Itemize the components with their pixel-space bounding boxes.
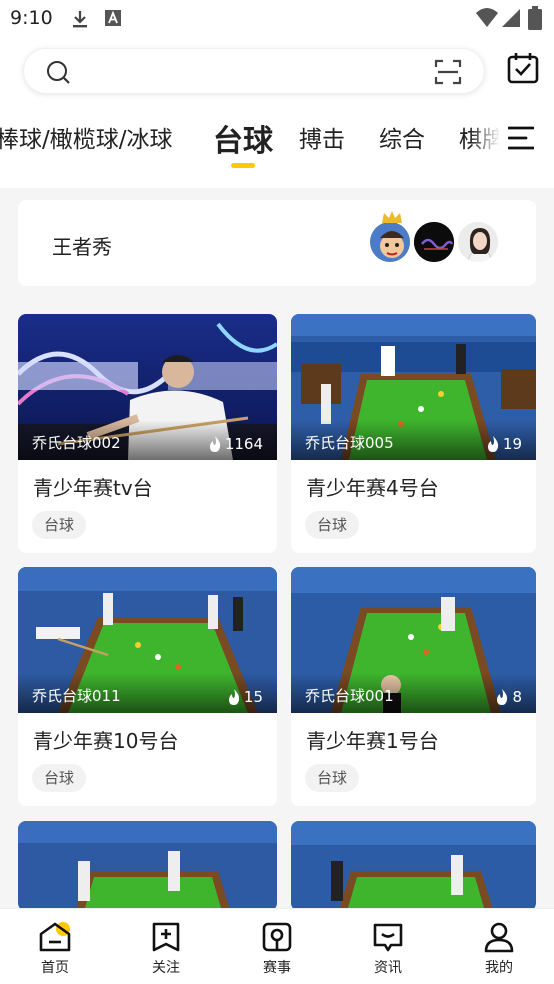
channel-name: 乔氏台球001 — [305, 687, 394, 705]
stream-card[interactable] — [18, 821, 277, 911]
stream-title: 青少年赛1号台 — [306, 729, 439, 753]
stream-thumbnail: 乔氏台球002 1164 — [18, 314, 277, 460]
wifi-icon — [476, 8, 498, 27]
stream-card[interactable]: 乔氏台球002 1164 青少年赛tv台 台球 — [18, 314, 277, 553]
category-tag[interactable]: 台球 — [305, 511, 360, 539]
status-time: 9:10 — [10, 7, 53, 29]
bookmark-plus-icon — [152, 922, 180, 952]
heat-value: 1164 — [224, 435, 263, 453]
battery-icon — [528, 6, 542, 30]
stream-thumbnail: 乔氏台球011 15 — [18, 567, 277, 713]
avatar[interactable] — [368, 220, 412, 264]
match-icon — [262, 922, 292, 952]
flame-icon — [209, 436, 220, 452]
heat-count: 8 — [496, 688, 522, 706]
stream-thumbnail — [18, 821, 277, 911]
header: 棒球/橄榄球/冰球 台球 搏击 综合 棋牌 — [0, 38, 554, 188]
stream-title: 青少年赛4号台 — [306, 476, 439, 500]
nav-home[interactable]: 首页 — [15, 921, 95, 977]
nav-matches[interactable]: 赛事 — [237, 921, 317, 977]
stream-thumbnail — [291, 821, 536, 911]
channel-name: 乔氏台球005 — [305, 434, 394, 452]
nav-label: 我的 — [485, 960, 513, 976]
heat-count: 1164 — [209, 435, 263, 453]
stream-title: 青少年赛tv台 — [33, 476, 153, 500]
heat-value: 15 — [243, 688, 263, 706]
download-icon — [73, 11, 87, 28]
stream-thumbnail: 乔氏台球001 8 — [291, 567, 536, 713]
stream-card[interactable]: 乔氏台球011 15 青少年赛10号台 台球 — [18, 567, 277, 806]
status-bar: 9:10 — [0, 0, 554, 38]
a-notification-icon — [105, 10, 121, 26]
search-input[interactable] — [82, 57, 432, 85]
nav-label: 赛事 — [263, 960, 291, 976]
tab-baseball-football-hockey[interactable]: 棒球/橄榄球/冰球 — [0, 120, 173, 154]
nav-profile[interactable]: 我的 — [459, 921, 539, 977]
heat-count: 19 — [487, 435, 522, 453]
scan-icon[interactable] — [434, 59, 462, 85]
signal-icon — [502, 9, 520, 27]
channel-name: 乔氏台球002 — [32, 434, 121, 452]
home-icon — [39, 922, 71, 952]
category-tag[interactable]: 台球 — [305, 764, 360, 792]
nav-label: 首页 — [41, 960, 69, 976]
search-bar[interactable] — [23, 48, 485, 94]
avatar[interactable] — [456, 220, 500, 264]
category-tag[interactable]: 台球 — [32, 764, 87, 792]
nav-label: 资讯 — [374, 960, 402, 976]
tab-combat[interactable]: 搏击 — [299, 120, 345, 154]
profile-icon — [484, 922, 514, 953]
tabs-fade — [470, 116, 500, 166]
nav-news[interactable]: 资讯 — [348, 921, 428, 977]
flame-icon — [497, 689, 508, 705]
channel-name: 乔氏台球011 — [32, 687, 121, 705]
nav-label: 关注 — [152, 960, 180, 976]
flame-icon — [228, 689, 240, 705]
heat-value: 19 — [502, 435, 522, 453]
flame-icon — [487, 436, 499, 452]
category-tabs: 棒球/橄榄球/冰球 台球 搏击 综合 棋牌 — [0, 116, 500, 172]
stream-card[interactable]: 乔氏台球001 8 青少年赛1号台 台球 — [291, 567, 536, 806]
calendar-check-icon[interactable] — [507, 52, 539, 84]
heat-value: 8 — [512, 688, 522, 706]
active-tab-indicator — [231, 163, 255, 168]
crown-icon — [382, 211, 402, 223]
bottom-navigation: 首页 关注 赛事 资讯 我的 — [0, 908, 554, 984]
tab-general[interactable]: 综合 — [379, 120, 425, 154]
nav-follow[interactable]: 关注 — [126, 921, 206, 977]
featured-title: 王者秀 — [52, 235, 112, 259]
tab-billiards[interactable]: 台球 — [213, 116, 273, 160]
stream-card[interactable]: 乔氏台球005 19 青少年赛4号台 台球 — [291, 314, 536, 553]
category-tag[interactable]: 台球 — [32, 511, 87, 539]
heat-count: 15 — [228, 688, 263, 706]
featured-streamers[interactable]: 王者秀 — [18, 200, 536, 286]
menu-icon[interactable] — [508, 126, 534, 150]
stream-title: 青少年赛10号台 — [33, 729, 179, 753]
avatar[interactable] — [412, 220, 456, 264]
news-icon — [373, 923, 403, 952]
stream-thumbnail: 乔氏台球005 19 — [291, 314, 536, 460]
stream-card[interactable] — [291, 821, 536, 911]
search-icon — [47, 61, 70, 84]
